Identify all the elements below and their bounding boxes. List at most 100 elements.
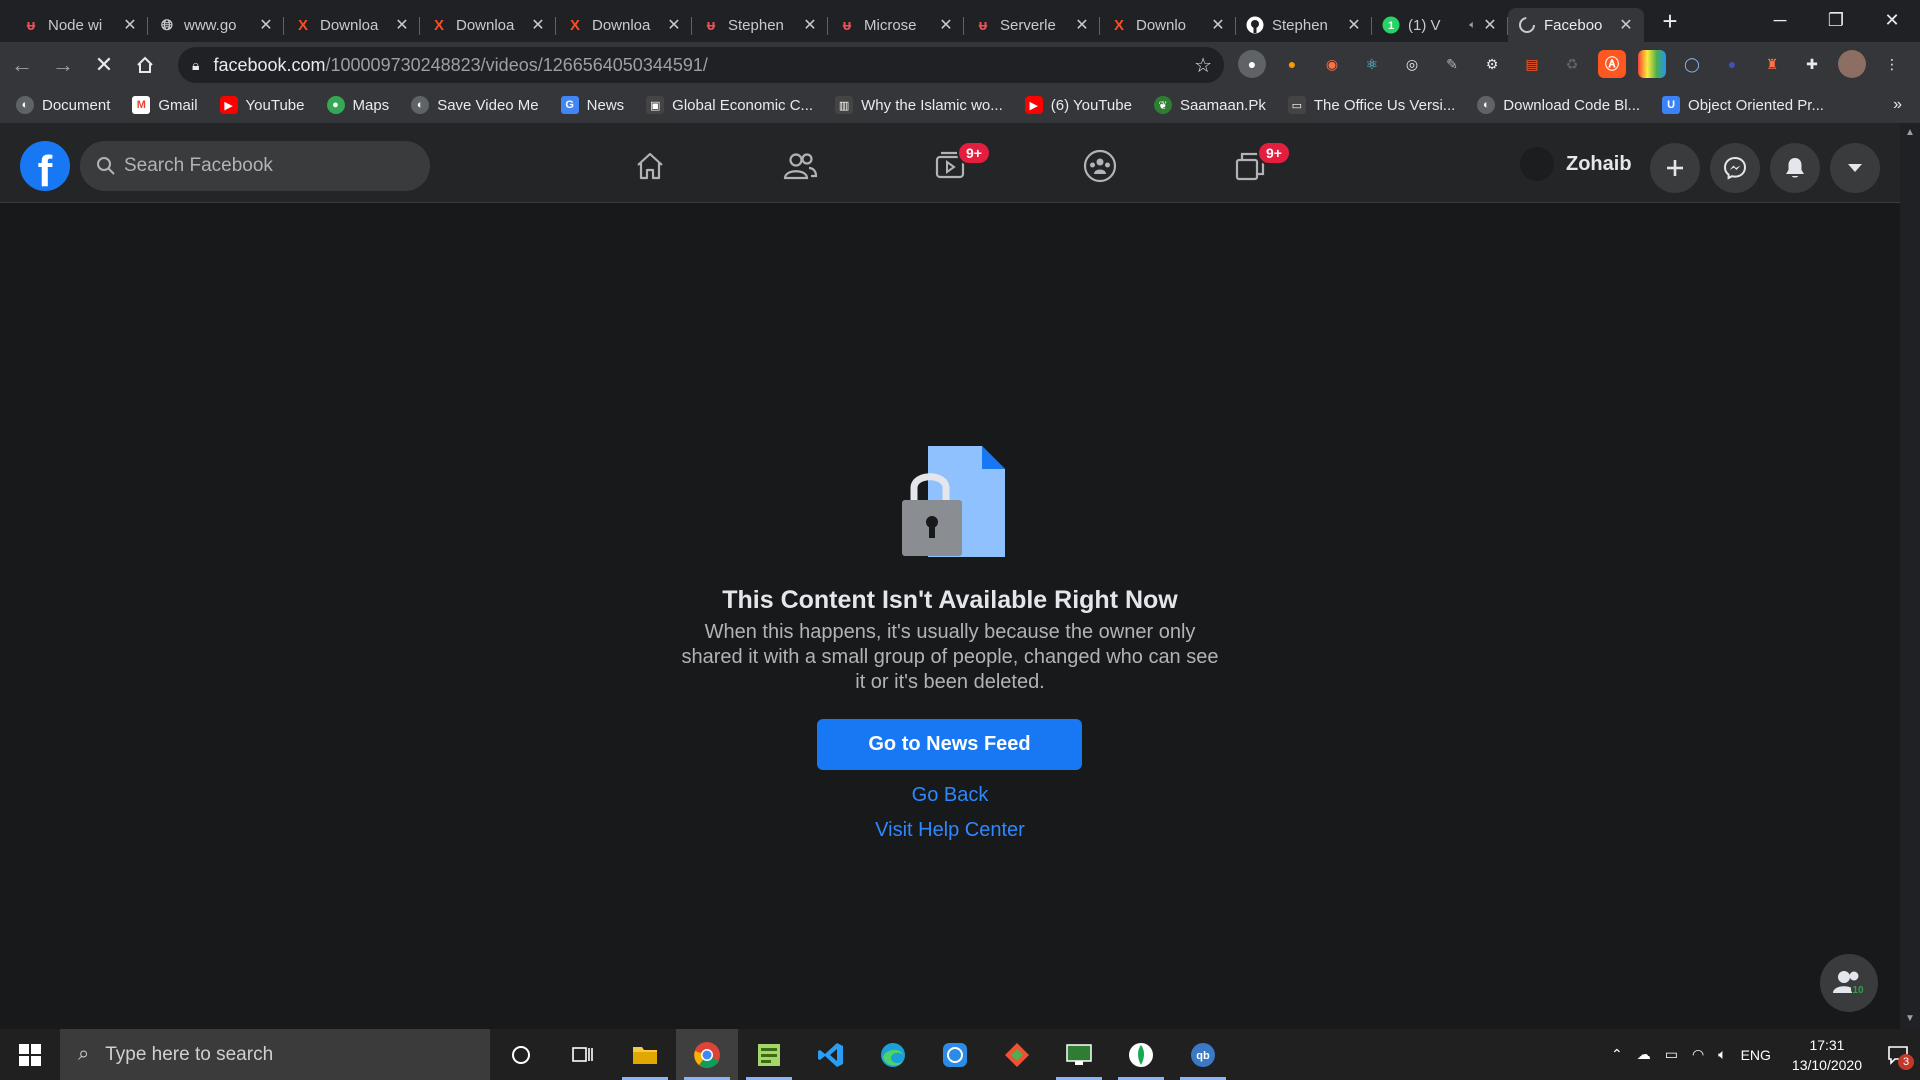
home-button[interactable] — [126, 46, 164, 84]
account-menu-button[interactable] — [1830, 143, 1880, 193]
contacts-button[interactable]: 10 — [1820, 954, 1878, 1012]
browser-tab[interactable]: X Downlo ✕ — [1100, 8, 1236, 42]
scroll-down-icon[interactable]: ▼ — [1900, 1009, 1920, 1029]
profile-button[interactable]: Zohaib — [1520, 147, 1632, 181]
nav-friends[interactable] — [745, 139, 855, 193]
lock-icon[interactable]: 🔒︎ — [192, 57, 199, 74]
mongodb-compass-button[interactable] — [1110, 1029, 1172, 1080]
extension-icon[interactable]: ✎ — [1438, 50, 1466, 78]
messenger-button[interactable] — [1710, 143, 1760, 193]
app-button[interactable] — [738, 1029, 800, 1080]
browser-tab[interactable]: X Downloa ✕ — [556, 8, 692, 42]
browser-tab[interactable]: ᵾ Serverle ✕ — [964, 8, 1100, 42]
extension-icon[interactable]: ⚙ — [1478, 50, 1506, 78]
bookmark-star-icon[interactable]: ☆ — [1194, 53, 1212, 78]
close-window-icon[interactable]: ✕ — [1864, 0, 1920, 40]
wifi-icon[interactable]: ◠ — [1692, 1046, 1704, 1063]
close-tab-icon[interactable]: ✕ — [530, 15, 546, 35]
close-tab-icon[interactable]: ✕ — [258, 15, 274, 35]
extension-icon[interactable]: ● — [1278, 50, 1306, 78]
notifications-button[interactable] — [1770, 143, 1820, 193]
bookmark-item[interactable]: ❦ Saamaan.Pk — [1153, 96, 1266, 114]
volume-icon[interactable]: 🔈︎ — [1718, 1046, 1726, 1063]
bookmarks-overflow-button[interactable]: » — [1893, 96, 1902, 114]
extension-icon[interactable]: ♜ — [1758, 50, 1786, 78]
nav-home[interactable] — [595, 139, 705, 193]
bookmark-item[interactable]: ▶ YouTube — [219, 96, 305, 114]
help-center-link[interactable]: Visit Help Center — [0, 819, 1900, 842]
extension-icon[interactable]: ◯ — [1678, 50, 1706, 78]
create-button[interactable] — [1650, 143, 1700, 193]
taskbar-search[interactable]: ⌕ Type here to search — [60, 1029, 490, 1080]
go-to-news-feed-button[interactable]: Go to News Feed — [817, 719, 1082, 770]
profile-avatar[interactable] — [1838, 50, 1866, 78]
speaker-muted-icon[interactable]: 🔈︎ — [1469, 19, 1476, 32]
onedrive-cloud-icon[interactable]: ☁ — [1637, 1046, 1651, 1063]
show-hidden-icons-chevron[interactable]: ⌃ — [1611, 1046, 1623, 1063]
restore-icon[interactable]: ❐ — [1808, 0, 1864, 40]
extension-icon[interactable]: ▤ — [1518, 50, 1546, 78]
close-tab-icon[interactable]: ✕ — [1482, 15, 1498, 35]
browser-tab[interactable]: 1 (1) V 🔈︎ ✕ — [1372, 8, 1508, 42]
close-tab-icon[interactable]: ✕ — [666, 15, 682, 35]
app-button[interactable] — [1048, 1029, 1110, 1080]
browser-tab-active[interactable]: Faceboo ✕ — [1508, 8, 1644, 42]
go-back-link[interactable]: Go Back — [0, 784, 1900, 807]
extension-icon[interactable]: ● — [1718, 50, 1746, 78]
chrome-button[interactable] — [676, 1029, 738, 1080]
scroll-up-icon[interactable]: ▲ — [1900, 123, 1920, 143]
stop-loading-button[interactable]: ✕ — [85, 46, 123, 84]
bookmark-item[interactable]: ◐ Save Video Me — [411, 96, 539, 114]
close-tab-icon[interactable]: ✕ — [1074, 15, 1090, 35]
clock[interactable]: 17:31 13/10/2020 — [1792, 1035, 1862, 1075]
browser-tab[interactable]: ᵾ Node wi ✕ — [12, 8, 148, 42]
bookmark-item[interactable]: ◐ Download Code Bl... — [1477, 96, 1640, 114]
bookmark-item[interactable]: ▭ The Office Us Versi... — [1287, 96, 1455, 114]
close-tab-icon[interactable]: ✕ — [802, 15, 818, 35]
start-button[interactable] — [0, 1029, 60, 1080]
back-button[interactable]: ← — [3, 46, 41, 84]
extension-icon[interactable]: Ⓐ — [1598, 50, 1626, 78]
minimize-icon[interactable]: ─ — [1752, 0, 1808, 40]
browser-tab[interactable]: Stephen ✕ — [1236, 8, 1372, 42]
browser-tab[interactable]: X Downloa ✕ — [420, 8, 556, 42]
git-button[interactable] — [986, 1029, 1048, 1080]
language-indicator[interactable]: ENG — [1741, 1047, 1771, 1063]
close-tab-icon[interactable]: ✕ — [1346, 15, 1362, 35]
forward-button[interactable]: → — [44, 46, 82, 84]
bookmark-item[interactable]: ▣ Global Economic C... — [646, 96, 813, 114]
extension-icon[interactable]: ◎ — [1398, 50, 1426, 78]
action-center-button[interactable]: 3 — [1876, 1029, 1920, 1080]
extension-icon[interactable]: ♻ — [1558, 50, 1586, 78]
browser-tab[interactable]: ᵾ Stephen ✕ — [692, 8, 828, 42]
extension-icon[interactable]: ◉ — [1318, 50, 1346, 78]
bookmark-item[interactable]: ● Maps — [326, 96, 389, 114]
nav-watch[interactable]: 9+ — [895, 139, 1005, 193]
page-scrollbar[interactable]: ▲ ▼ — [1900, 123, 1920, 1029]
edge-button[interactable] — [862, 1029, 924, 1080]
extension-icon[interactable]: ● — [1238, 50, 1266, 78]
address-bar[interactable]: 🔒︎ facebook.com/100009730248823/videos/1… — [178, 47, 1224, 83]
close-tab-icon[interactable]: ✕ — [938, 15, 954, 35]
close-tab-icon[interactable]: ✕ — [1618, 15, 1634, 35]
close-tab-icon[interactable]: ✕ — [394, 15, 410, 35]
extension-icon[interactable] — [1638, 50, 1666, 78]
bookmark-item[interactable]: ◐ Document — [16, 96, 110, 114]
close-tab-icon[interactable]: ✕ — [122, 15, 138, 35]
nav-gaming[interactable]: 9+ — [1195, 139, 1305, 193]
search-box[interactable] — [80, 141, 430, 191]
bookmark-item[interactable]: ▥ Why the Islamic wo... — [835, 96, 1003, 114]
bookmark-item[interactable]: U Object Oriented Pr... — [1662, 96, 1824, 114]
extensions-puzzle-icon[interactable]: ✚ — [1798, 50, 1826, 78]
bookmark-item[interactable]: ▶ (6) YouTube — [1024, 96, 1132, 114]
task-view-button[interactable] — [552, 1029, 614, 1080]
new-tab-button[interactable]: + — [1652, 3, 1688, 39]
file-explorer-button[interactable] — [614, 1029, 676, 1080]
browser-tab[interactable]: X Downloa ✕ — [284, 8, 420, 42]
bookmark-item[interactable]: M Gmail — [132, 96, 198, 114]
react-devtools-icon[interactable]: ⚛ — [1358, 50, 1386, 78]
nav-groups[interactable] — [1045, 139, 1155, 193]
more-menu-icon[interactable]: ⋮ — [1878, 50, 1906, 78]
bookmark-item[interactable]: G News — [560, 96, 624, 114]
sync-app-button[interactable] — [924, 1029, 986, 1080]
